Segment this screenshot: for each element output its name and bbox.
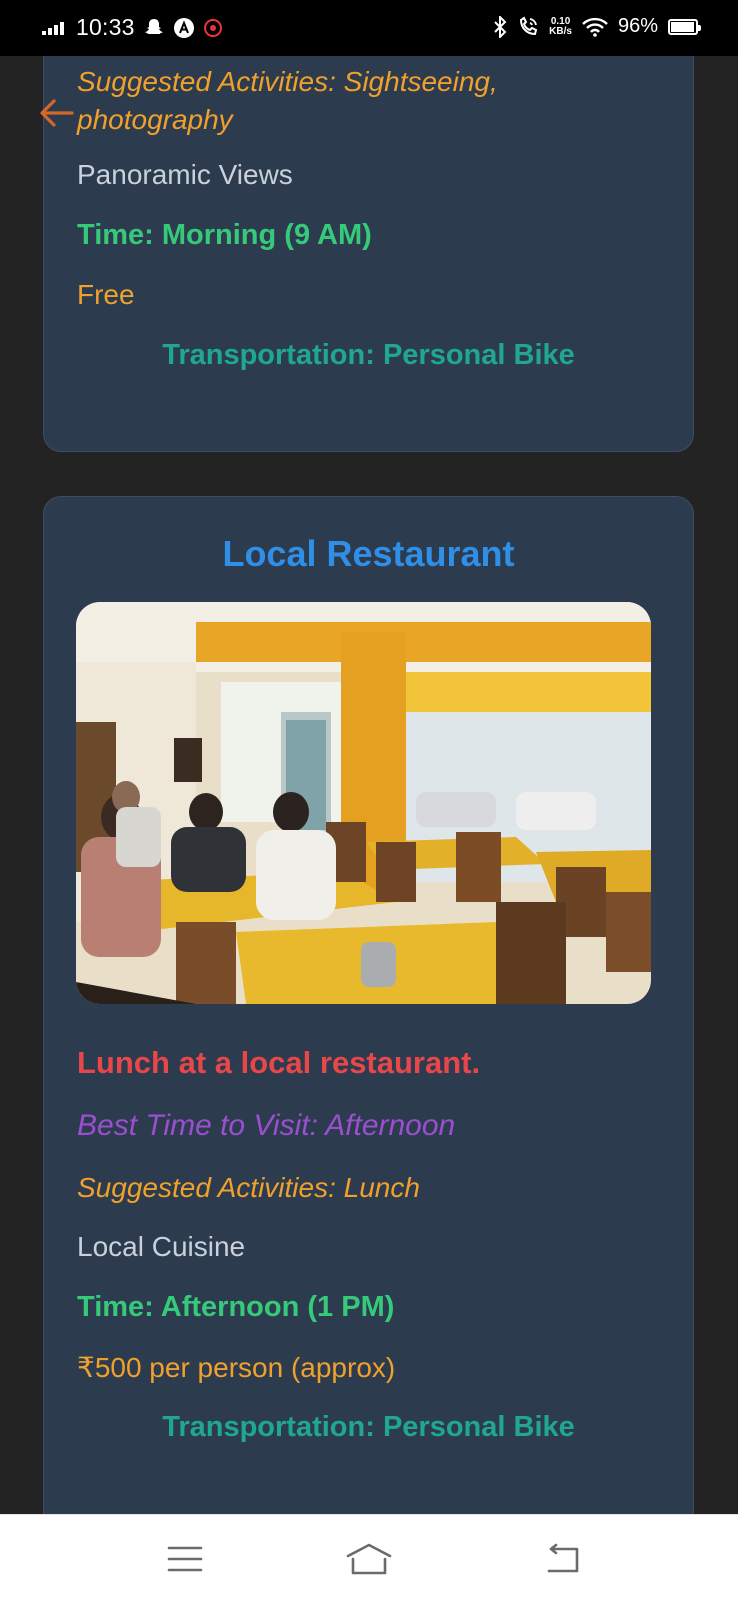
feature-text: Panoramic Views: [77, 159, 293, 190]
home-icon[interactable]: [339, 1537, 399, 1581]
activity-card: Suggested Activities: Sightseeing, photo…: [43, 56, 694, 452]
restaurant-photo: [76, 602, 651, 1004]
network-speed: 0.10 KB/s: [549, 15, 572, 37]
itinerary-content[interactable]: Suggested Activities: Sightseeing, photo…: [0, 56, 738, 1514]
best-time-text: Best Time to Visit: Afternoon: [77, 1109, 456, 1142]
battery-level-fill: [671, 21, 694, 32]
app-a-icon: [173, 17, 195, 39]
time-text: Time: Morning (9 AM): [77, 219, 372, 251]
wifi-calling-icon: [517, 16, 539, 38]
activity-card: Local Restaurant Lunch at a local restau…: [43, 496, 694, 1514]
transportation-text: Transportation: Personal Bike: [162, 339, 575, 371]
back-icon[interactable]: [533, 1537, 593, 1581]
cost-text: ₹500 per person (approx): [77, 1352, 396, 1383]
battery-icon: [668, 18, 701, 35]
wifi-icon: [582, 17, 608, 37]
menu-icon[interactable]: [155, 1537, 215, 1581]
status-bar-left: 10:33: [42, 14, 223, 41]
network-speed-value: 0.10: [550, 15, 571, 27]
back-arrow-icon[interactable]: [38, 96, 76, 130]
suggested-activities: Suggested Activities: Sightseeing, photo…: [77, 66, 498, 135]
network-speed-unit: KB/s: [549, 25, 572, 37]
status-time: 10:33: [76, 14, 135, 40]
cellular-signal-icon: [42, 21, 64, 35]
time-text: Time: Afternoon (1 PM): [77, 1291, 395, 1323]
card-description: Lunch at a local restaurant.: [77, 1045, 481, 1080]
feature-text: Local Cuisine: [77, 1231, 246, 1262]
card-title: Local Restaurant: [222, 533, 515, 574]
battery-percent: 96%: [617, 15, 658, 37]
status-bar: 10:33 0.10 KB/s 96%: [0, 0, 738, 56]
snapchat-icon: [143, 17, 165, 39]
recording-icon: [203, 18, 223, 38]
suggested-activities: Suggested Activities: Lunch: [77, 1172, 420, 1203]
bluetooth-icon: [493, 15, 507, 38]
cost-text: Free: [77, 279, 135, 310]
system-navigation-bar: [0, 1514, 738, 1601]
status-bar-right: 0.10 KB/s 96%: [493, 15, 701, 38]
transportation-text: Transportation: Personal Bike: [162, 1411, 575, 1443]
